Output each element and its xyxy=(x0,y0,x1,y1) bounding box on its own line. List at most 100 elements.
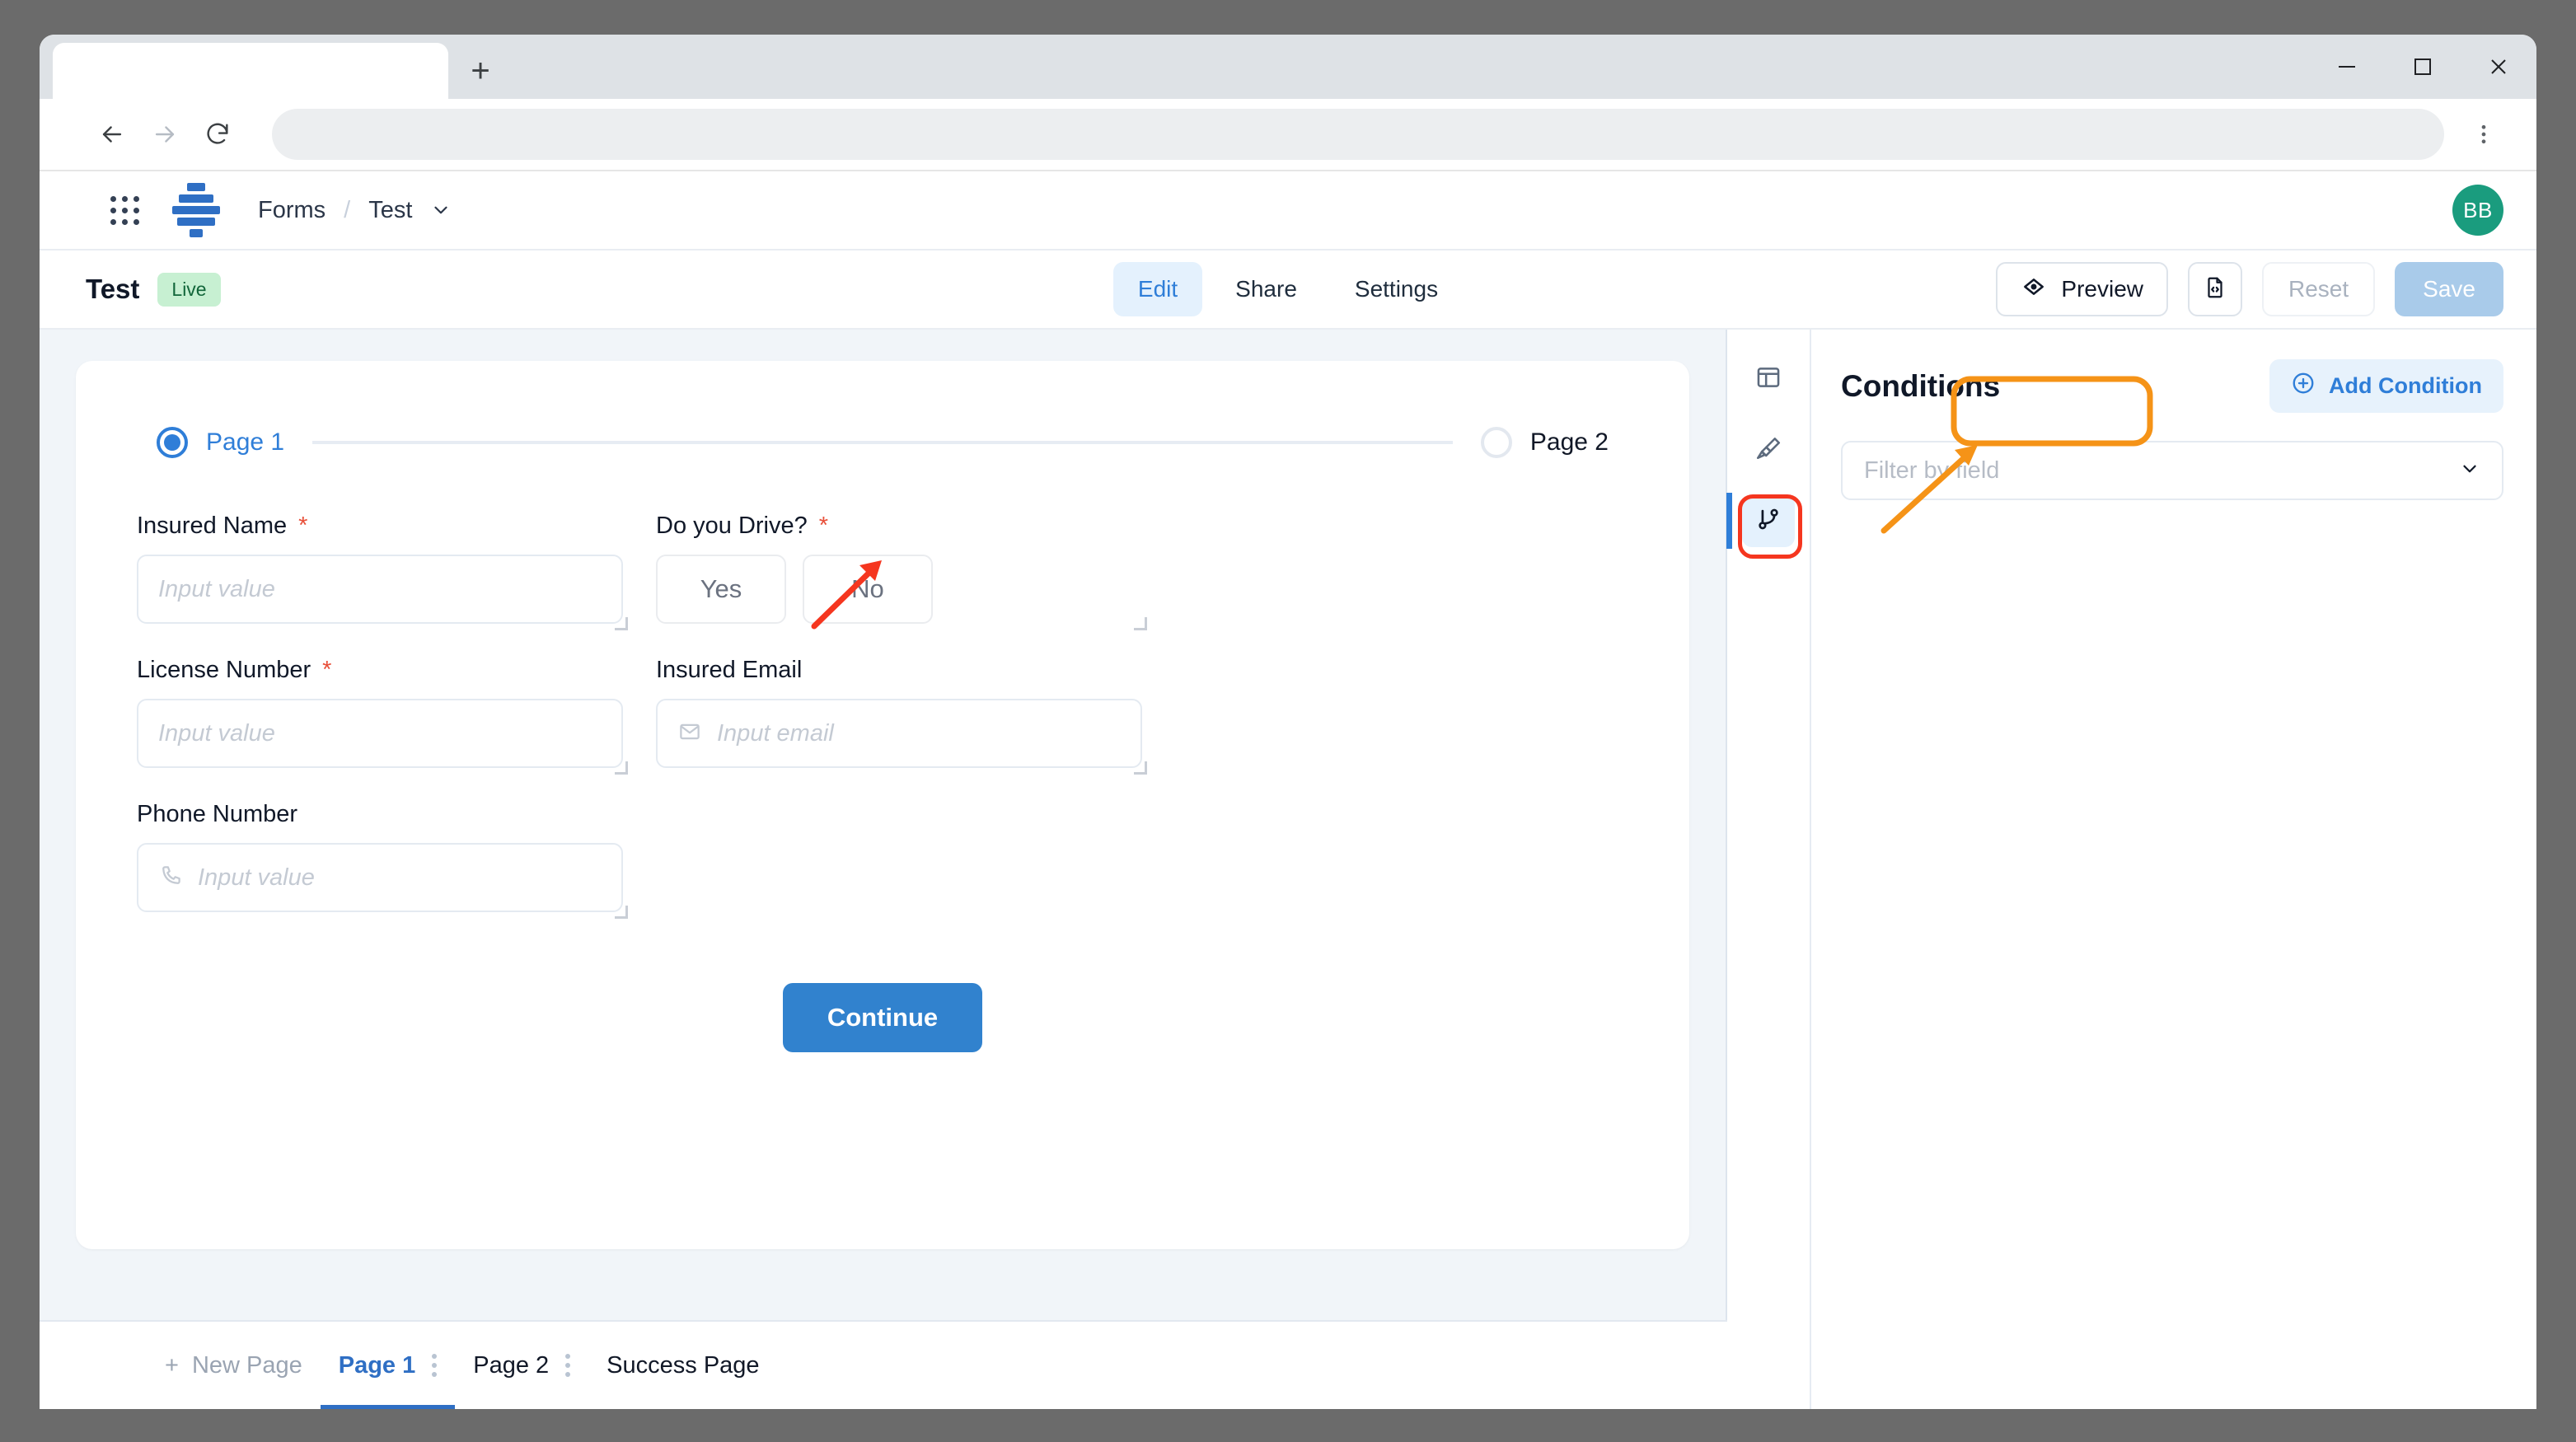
preview-button[interactable]: Preview xyxy=(1996,262,2169,316)
add-condition-label: Add Condition xyxy=(2329,373,2482,398)
rail-button-layout[interactable] xyxy=(1742,353,1795,405)
conditions-panel: Conditions Add Condition Filter by field xyxy=(1811,330,2536,1409)
save-button[interactable]: Save xyxy=(2395,262,2503,316)
field-label: Insured Name * xyxy=(137,513,623,540)
phone-icon xyxy=(158,864,183,892)
plus-icon: + xyxy=(471,53,490,89)
plus-circle-icon xyxy=(2291,371,2316,401)
step-label-page-2: Page 2 xyxy=(1529,428,1609,456)
forward-arrow-icon xyxy=(155,126,175,143)
tab-share[interactable]: Share xyxy=(1211,262,1322,316)
breadcrumb-root[interactable]: Forms xyxy=(258,197,326,224)
insured-name-input[interactable]: Input value xyxy=(137,555,623,624)
field-label-text: Insured Email xyxy=(656,657,803,683)
page-tab-label: Page 2 xyxy=(473,1351,550,1379)
avatar[interactable]: BB xyxy=(2452,185,2503,236)
form-card: Page 1 Page 2 Insured Name * Input value… xyxy=(76,361,1689,1249)
placeholder-text: Input value xyxy=(198,864,315,891)
reset-button[interactable]: Reset xyxy=(2262,262,2376,316)
browser-tab[interactable] xyxy=(53,43,448,99)
step-connector xyxy=(312,441,1453,444)
field-label-text: Do you Drive? xyxy=(656,513,808,539)
page-tab-success-page[interactable]: Success Page xyxy=(588,1321,777,1409)
browser-menu-button[interactable] xyxy=(2461,108,2507,161)
conditions-title: Conditions xyxy=(1841,368,2001,403)
url-bar[interactable] xyxy=(272,109,2444,160)
status-badge: Live xyxy=(157,272,221,307)
breadcrumb-current[interactable]: Test xyxy=(368,197,412,224)
chevron-down-icon[interactable] xyxy=(430,199,452,221)
paintbrush-icon xyxy=(1754,434,1782,466)
add-condition-button[interactable]: Add Condition xyxy=(2269,359,2503,413)
breadcrumb: Forms / Test xyxy=(258,197,452,224)
field-phone-number: Phone Number Input value xyxy=(137,801,656,919)
conditions-panel-header: Conditions Add Condition xyxy=(1841,359,2503,413)
field-license-number: License Number * Input value xyxy=(137,657,656,775)
filter-by-field-select[interactable]: Filter by field xyxy=(1841,441,2503,500)
resize-handle[interactable] xyxy=(615,617,628,630)
right-icon-rail xyxy=(1726,330,1811,1409)
rail-button-conditions[interactable] xyxy=(1726,493,1795,549)
resize-handle[interactable] xyxy=(1134,761,1147,775)
back-arrow-icon xyxy=(102,126,122,143)
maximize-button[interactable] xyxy=(2385,35,2461,99)
form-canvas: Page 1 Page 2 Insured Name * Input value… xyxy=(40,330,1727,1320)
window-controls xyxy=(2309,35,2536,99)
placeholder-text: Input value xyxy=(158,719,275,747)
app-body: Page 1 Page 2 Insured Name * Input value… xyxy=(40,330,2536,1409)
forms-logo-icon[interactable] xyxy=(172,183,220,237)
toolbar-actions: Preview Reset Save xyxy=(1996,262,2503,316)
field-label-text: Insured Name xyxy=(137,513,288,539)
envelope-icon xyxy=(677,719,702,748)
option-yes[interactable]: Yes xyxy=(656,555,786,624)
new-tab-button[interactable]: + xyxy=(448,43,513,99)
license-number-input[interactable]: Input value xyxy=(137,699,623,768)
field-label: Phone Number xyxy=(137,801,623,828)
tab-edit[interactable]: Edit xyxy=(1112,262,1203,316)
resize-handle[interactable] xyxy=(615,906,628,919)
reload-button[interactable] xyxy=(191,108,244,161)
close-button[interactable] xyxy=(2461,35,2536,99)
git-branch-icon xyxy=(1754,505,1782,537)
rail-button-theme[interactable] xyxy=(1742,424,1795,476)
form-fields: Insured Name * Input value Do you Drive?… xyxy=(137,513,1628,945)
continue-button[interactable]: Continue xyxy=(782,983,983,1052)
field-label-text: Phone Number xyxy=(137,801,298,827)
back-button[interactable] xyxy=(86,108,138,161)
filter-placeholder: Filter by field xyxy=(1864,456,2000,484)
step-radio-selected[interactable] xyxy=(157,427,188,458)
app-header: Forms / Test BB xyxy=(40,171,2536,250)
editor-column: Page 1 Page 2 Insured Name * Input value… xyxy=(40,330,1727,1409)
resize-handle[interactable] xyxy=(615,761,628,775)
tab-settings[interactable]: Settings xyxy=(1330,262,1463,316)
page-tab-label: Success Page xyxy=(607,1351,760,1379)
new-page-button[interactable]: + New Page xyxy=(147,1321,321,1409)
phone-number-input[interactable]: Input value xyxy=(137,843,623,912)
grid-apps-icon[interactable] xyxy=(110,195,139,225)
page-tab-page-2[interactable]: Page 2 xyxy=(455,1321,588,1409)
page-tab-page-1[interactable]: Page 1 xyxy=(320,1321,456,1409)
minimize-button[interactable] xyxy=(2309,35,2385,99)
forward-button[interactable] xyxy=(138,108,191,161)
embed-code-button[interactable] xyxy=(2188,262,2243,316)
field-label: Insured Email xyxy=(656,657,1142,684)
browser-navbar xyxy=(40,99,2536,171)
field-label-text: License Number xyxy=(137,657,311,683)
option-no[interactable]: No xyxy=(803,555,933,624)
page-tab-menu-icon[interactable] xyxy=(565,1354,571,1377)
field-label: Do you Drive? * xyxy=(656,513,1142,540)
browser-window: + Forms / Test BB Test Live Edit Share S… xyxy=(40,35,2536,1409)
form-toolbar: Test Live Edit Share Settings Preview Re… xyxy=(40,250,2536,330)
placeholder-text: Input value xyxy=(158,575,275,602)
plus-icon: + xyxy=(165,1351,179,1379)
resize-handle[interactable] xyxy=(1134,617,1147,630)
code-file-icon xyxy=(2203,275,2227,304)
page-tab-menu-icon[interactable] xyxy=(432,1354,438,1377)
field-insured-email: Insured Email Input email xyxy=(656,657,1175,775)
yes-no-group: Yes No xyxy=(656,555,1142,624)
layout-panel-icon xyxy=(1754,363,1782,396)
insured-email-input[interactable]: Input email xyxy=(656,699,1142,768)
step-radio-unselected[interactable] xyxy=(1480,427,1512,458)
kebab-menu-icon xyxy=(2481,124,2486,144)
page-stepper: Page 1 Page 2 xyxy=(137,400,1628,458)
